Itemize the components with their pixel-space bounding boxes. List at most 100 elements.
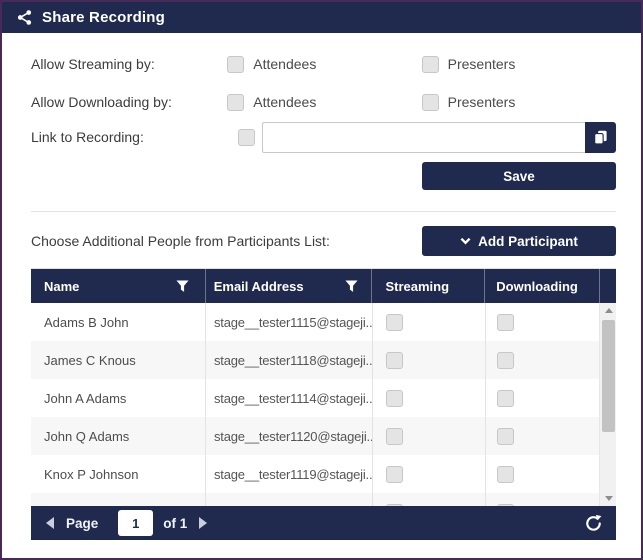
cell-streaming (372, 455, 485, 493)
table-header: Name Email Address (31, 269, 616, 303)
column-header-email-label: Email Address (214, 279, 304, 294)
save-row: Save (31, 162, 616, 190)
cell-email: stage__tester1117@stageji... (205, 493, 372, 506)
add-participant-button[interactable]: Add Participant (422, 226, 616, 256)
row-downloading-checkbox[interactable] (497, 466, 514, 483)
recording-link-input[interactable] (262, 122, 585, 153)
row-downloading-checkbox[interactable] (497, 428, 514, 445)
row-streaming-checkbox[interactable] (386, 390, 403, 407)
column-header-streaming: Streaming (371, 269, 484, 303)
dialog-content: Allow Streaming by: Attendees Presenters… (2, 33, 641, 540)
table-pager: Page of 1 (31, 506, 616, 540)
allow-downloading-row: Allow Downloading by: Attendees Presente… (31, 93, 616, 111)
attendees-label: Attendees (253, 94, 316, 110)
link-to-recording-label: Link to Recording: (31, 129, 238, 145)
cell-streaming (372, 341, 485, 379)
column-header-name-label: Name (44, 279, 79, 294)
scrollbar-thumb[interactable] (602, 320, 615, 432)
share-icon (16, 9, 33, 26)
participants-table: Name Email Address (31, 268, 616, 540)
table-row: John Q Adams stage__tester1120@stageji..… (31, 417, 599, 455)
cell-email: stage__tester1118@stageji... (205, 341, 372, 379)
cell-downloading (485, 493, 599, 506)
column-header-name[interactable]: Name (31, 269, 205, 303)
chevron-down-icon (460, 237, 471, 245)
cell-name: John A Adams (31, 379, 205, 417)
cell-email: stage__tester1114@stageji... (205, 379, 372, 417)
downloading-attendees-group: Attendees (227, 94, 421, 111)
allow-downloading-label: Allow Downloading by: (31, 94, 227, 110)
refresh-button[interactable] (584, 514, 603, 533)
streaming-presenters-checkbox[interactable] (422, 56, 439, 73)
cell-name: John Q Adams (31, 417, 205, 455)
participants-heading: Choose Additional People from Participan… (31, 233, 330, 249)
cell-downloading (485, 379, 599, 417)
cell-downloading (485, 303, 599, 341)
allow-streaming-row: Allow Streaming by: Attendees Presenters (31, 55, 616, 73)
page-next-icon[interactable] (199, 517, 207, 529)
row-streaming-checkbox[interactable] (386, 314, 403, 331)
cell-email: stage__tester1120@stageji... (205, 417, 372, 455)
participants-header-row: Choose Additional People from Participan… (31, 226, 616, 256)
scroll-up-icon[interactable] (600, 303, 616, 318)
cell-streaming (372, 417, 485, 455)
column-header-streaming-label: Streaming (385, 279, 449, 294)
row-downloading-checkbox[interactable] (497, 352, 514, 369)
table-row: Adams B John stage__tester1115@stageji..… (31, 303, 599, 341)
filter-funnel-icon[interactable] (176, 280, 189, 293)
cell-name: Mary B Johnson (31, 493, 205, 506)
streaming-attendees-checkbox[interactable] (227, 56, 244, 73)
presenters-label: Presenters (448, 94, 516, 110)
cell-name: Knox P Johnson (31, 455, 205, 493)
column-header-downloading-label: Downloading (496, 279, 578, 294)
downloading-presenters-group: Presenters (422, 94, 616, 111)
downloading-presenters-checkbox[interactable] (422, 94, 439, 111)
streaming-presenters-group: Presenters (422, 56, 616, 73)
column-header-email[interactable]: Email Address (205, 269, 372, 303)
page-prev-icon[interactable] (46, 517, 54, 529)
downloading-attendees-checkbox[interactable] (227, 94, 244, 111)
row-downloading-checkbox[interactable] (497, 390, 514, 407)
filter-funnel-icon[interactable] (345, 280, 358, 293)
attendees-label: Attendees (253, 56, 316, 72)
link-to-recording-row: Link to Recording: (31, 121, 616, 153)
cell-downloading (485, 417, 599, 455)
streaming-attendees-group: Attendees (227, 56, 421, 73)
cell-streaming (372, 379, 485, 417)
scroll-down-icon[interactable] (600, 491, 616, 506)
share-recording-dialog: Share Recording Allow Streaming by: Atte… (0, 0, 643, 560)
add-participant-label: Add Participant (478, 234, 578, 249)
row-streaming-checkbox[interactable] (386, 466, 403, 483)
cell-downloading (485, 341, 599, 379)
row-downloading-checkbox[interactable] (497, 314, 514, 331)
column-header-downloading: Downloading (484, 269, 599, 303)
table-body: Adams B John stage__tester1115@stageji..… (31, 303, 616, 506)
presenters-label: Presenters (448, 56, 516, 72)
table-header-scroll-corner (599, 269, 616, 303)
row-streaming-checkbox[interactable] (386, 428, 403, 445)
section-divider (31, 211, 616, 212)
row-downloading-checkbox[interactable] (497, 504, 514, 507)
cell-streaming (372, 303, 485, 341)
row-streaming-checkbox[interactable] (386, 504, 403, 507)
table-rows: Adams B John stage__tester1115@stageji..… (31, 303, 599, 506)
save-button[interactable]: Save (422, 162, 616, 190)
copy-link-button[interactable] (585, 122, 616, 153)
cell-streaming (372, 493, 485, 506)
table-row: John A Adams stage__tester1114@stageji..… (31, 379, 599, 417)
copy-icon (593, 130, 608, 145)
table-row: Mary B Johnson stage__tester1117@stageji… (31, 493, 599, 506)
link-enable-checkbox[interactable] (238, 129, 255, 146)
page-number-input[interactable] (118, 510, 153, 536)
cell-downloading (485, 455, 599, 493)
cell-name: James C Knous (31, 341, 205, 379)
table-row: James C Knous stage__tester1118@stageji.… (31, 341, 599, 379)
page-of-label: of 1 (163, 516, 187, 531)
page-label: Page (66, 516, 98, 531)
row-streaming-checkbox[interactable] (386, 352, 403, 369)
table-scrollbar[interactable] (599, 303, 616, 506)
cell-email: stage__tester1115@stageji... (205, 303, 372, 341)
table-row: Knox P Johnson stage__tester1119@stageji… (31, 455, 599, 493)
cell-name: Adams B John (31, 303, 205, 341)
allow-streaming-label: Allow Streaming by: (31, 56, 227, 72)
